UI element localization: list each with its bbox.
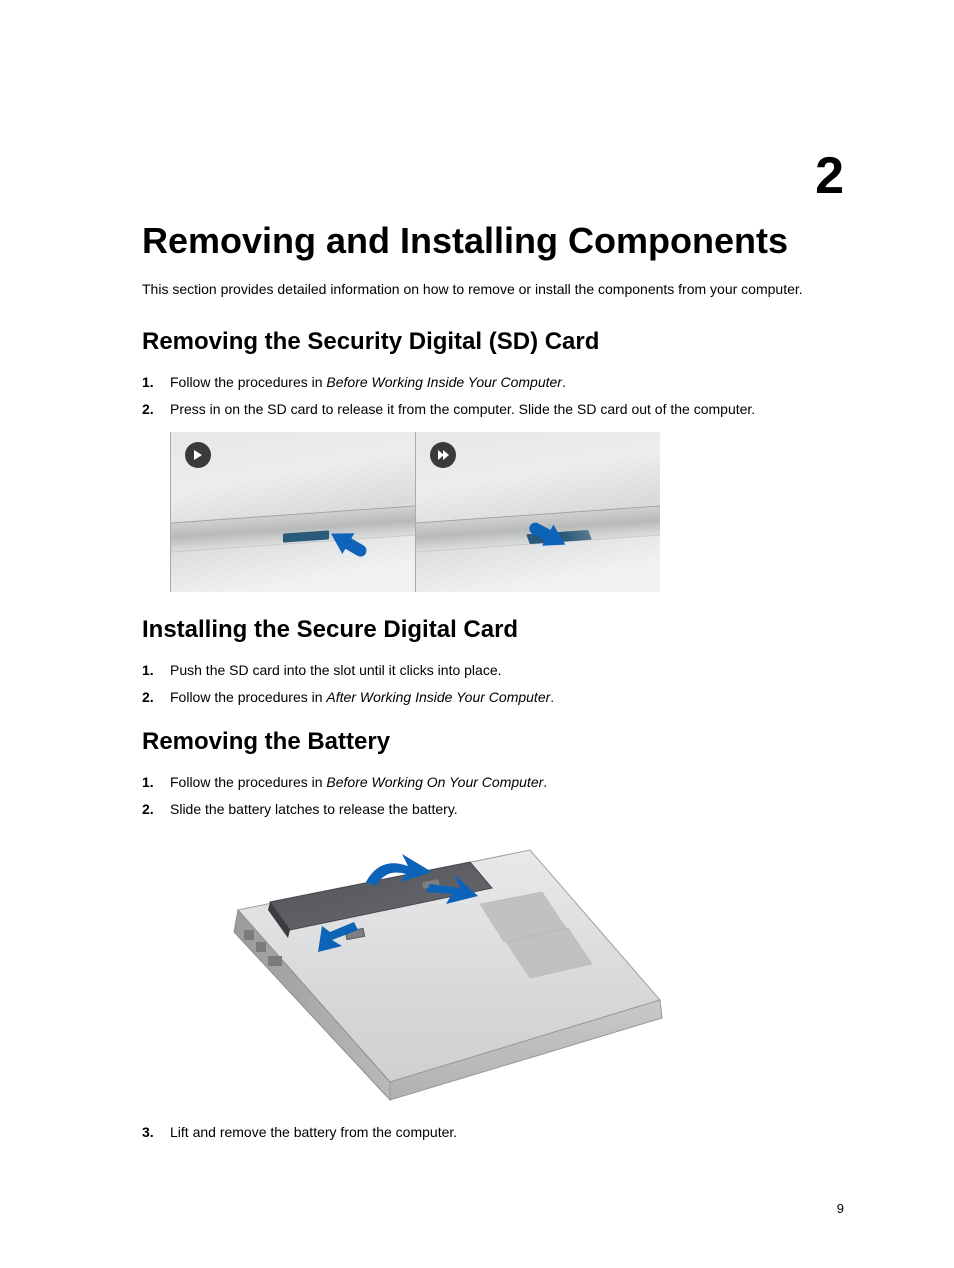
section-removing-battery-title: Removing the Battery xyxy=(142,728,844,756)
figure-sd-press-in xyxy=(170,432,415,592)
step-text: Follow the procedures in xyxy=(170,689,326,705)
list-item: Push the SD card into the slot until it … xyxy=(142,660,844,681)
section-removing-sd-title: Removing the Security Digital (SD) Card xyxy=(142,328,844,356)
list-item: Follow the procedures in Before Working … xyxy=(142,372,844,393)
chapter-number: 2 xyxy=(815,150,844,202)
step-badge-2-icon xyxy=(430,442,456,468)
step-text: . xyxy=(550,689,554,705)
section-installing-sd-steps: Push the SD card into the slot until it … xyxy=(142,660,844,708)
list-item: Slide the battery latches to release the… xyxy=(142,799,844,820)
section-removing-battery-steps-cont: Lift and remove the battery from the com… xyxy=(142,1122,844,1143)
chapter-title: Removing and Installing Components xyxy=(142,220,844,262)
step-text: Slide the battery latches to release the… xyxy=(170,801,458,817)
step-text: Push the SD card into the slot until it … xyxy=(170,662,502,678)
figure-sd-slide-out xyxy=(415,432,660,592)
step-text: Press in on the SD card to release it fr… xyxy=(170,401,755,417)
step-italic: After Working Inside Your Computer xyxy=(326,689,550,705)
list-item: Follow the procedures in After Working I… xyxy=(142,687,844,708)
step-text: . xyxy=(562,374,566,390)
section-removing-sd-steps: Follow the procedures in Before Working … xyxy=(142,372,844,420)
step-text: . xyxy=(543,774,547,790)
section-installing-sd-title: Installing the Secure Digital Card xyxy=(142,616,844,644)
step-badge-1-icon xyxy=(185,442,211,468)
list-item: Press in on the SD card to release it fr… xyxy=(142,399,844,420)
list-item: Lift and remove the battery from the com… xyxy=(142,1122,844,1143)
step-text: Follow the procedures in xyxy=(170,374,326,390)
step-italic: Before Working Inside Your Computer xyxy=(326,374,562,390)
step-italic: Before Working On Your Computer xyxy=(326,774,543,790)
figure-battery xyxy=(170,832,665,1102)
step-text: Lift and remove the battery from the com… xyxy=(170,1124,457,1140)
list-item: Follow the procedures in Before Working … xyxy=(142,772,844,793)
page-number: 9 xyxy=(837,1201,844,1216)
section-removing-battery-steps: Follow the procedures in Before Working … xyxy=(142,772,844,820)
intro-paragraph: This section provides detailed informati… xyxy=(142,280,844,300)
step-text: Follow the procedures in xyxy=(170,774,326,790)
figure-sd-card xyxy=(170,432,844,592)
